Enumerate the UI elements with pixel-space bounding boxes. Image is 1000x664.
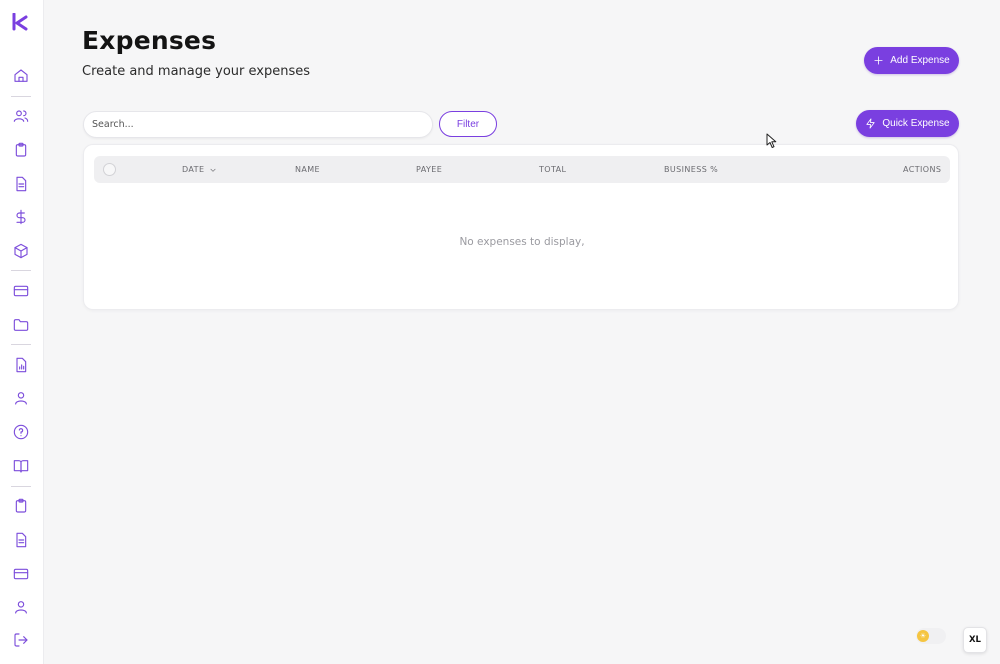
sidebar-item-logout[interactable] [11,630,31,650]
expenses-table: DATE NAME PAYEE TOTAL BUSINESS % ACTIONS… [83,144,959,310]
report-icon [16,357,27,373]
help-icon [13,424,29,440]
column-header-business-percent[interactable]: BUSINESS % [664,156,718,183]
sidebar-divider [11,486,31,487]
quick-expense-button[interactable]: Quick Expense [856,110,959,137]
page-subtitle: Create and manage your expenses [82,64,310,79]
sidebar [0,0,44,664]
sidebar-item-files[interactable] [11,315,31,335]
sidebar-divider [11,344,31,345]
table-header: DATE NAME PAYEE TOTAL BUSINESS % ACTIONS [94,156,950,183]
clipboard-icon [15,498,27,513]
sidebar-item-expenses[interactable] [11,207,31,227]
sidebar-item-documents-2[interactable] [11,530,31,550]
users-icon [13,110,29,122]
column-header-payee[interactable]: PAYEE [416,156,442,183]
user-icon [15,601,27,614]
sidebar-item-home[interactable] [11,66,31,86]
user-icon [15,392,27,405]
sun-icon: ☀ [917,630,929,642]
filter-button[interactable]: Filter [439,111,497,137]
book-icon [13,460,29,473]
mouse-cursor-icon [766,133,777,148]
folder-icon [13,319,29,331]
sidebar-item-profile[interactable] [11,388,31,408]
sidebar-item-documents[interactable] [11,174,31,194]
lightning-icon [866,118,875,129]
document-icon [16,532,27,548]
screen-size-badge: XL [963,627,987,653]
sidebar-divider [11,96,31,97]
logout-icon [14,633,28,647]
sidebar-item-billing[interactable] [11,564,31,584]
chevron-down-icon [210,168,216,172]
sidebar-item-account[interactable] [11,597,31,617]
column-header-total[interactable]: TOTAL [539,156,566,183]
select-all-checkbox[interactable] [103,163,116,176]
page-title: Expenses [82,26,217,55]
dollar-icon [16,209,26,225]
sidebar-item-help[interactable] [11,422,31,442]
sidebar-item-guides[interactable] [11,456,31,476]
sidebar-item-reports[interactable] [11,355,31,375]
search-input[interactable] [83,111,433,138]
sidebar-divider [11,270,31,271]
theme-toggle[interactable]: ☀ [916,628,946,644]
sidebar-item-clipboard-2[interactable] [11,496,31,516]
clipboard-icon [15,142,27,157]
column-header-date[interactable]: DATE [182,156,217,183]
document-icon [16,176,27,192]
plus-icon [874,56,883,65]
credit-card-icon [13,285,29,297]
home-icon [14,69,28,82]
empty-state-message: No expenses to display, [459,236,585,248]
sidebar-item-users[interactable] [11,106,31,126]
sidebar-item-products[interactable] [11,241,31,261]
sidebar-item-clipboard[interactable] [11,140,31,160]
quick-expense-label: Quick Expense [882,118,950,129]
app-logo[interactable] [11,13,29,31]
column-header-actions: ACTIONS [903,165,942,174]
add-expense-button[interactable]: Add Expense [864,47,959,74]
box-icon [14,243,28,259]
add-expense-label: Add Expense [890,55,950,66]
sidebar-item-payments[interactable] [11,281,31,301]
credit-card-icon [13,568,29,580]
column-header-name[interactable]: NAME [295,156,320,183]
column-header-label: DATE [182,165,205,174]
